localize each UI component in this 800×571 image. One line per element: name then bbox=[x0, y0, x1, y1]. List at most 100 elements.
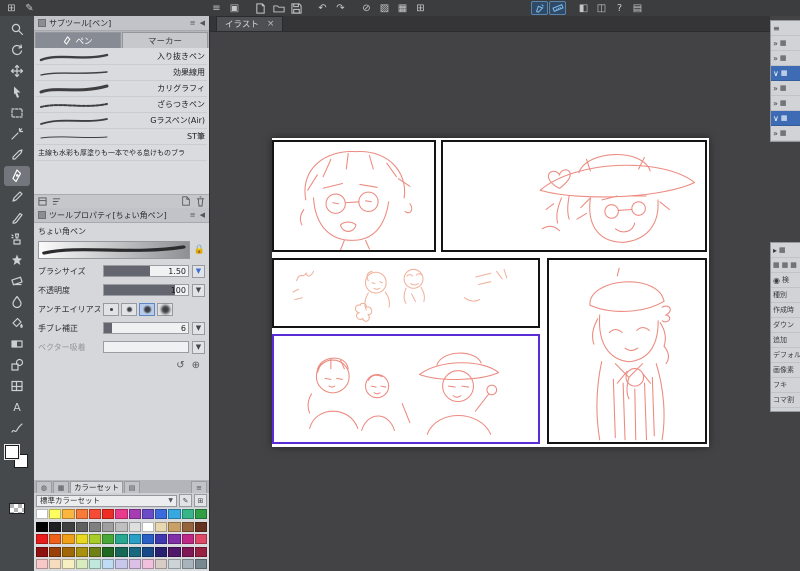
chevron-right-icon[interactable]: » bbox=[773, 39, 778, 48]
color-wheel-tab[interactable]: ◍ bbox=[36, 481, 52, 493]
color-swatch[interactable] bbox=[141, 521, 155, 532]
document-tab[interactable]: イラスト × bbox=[216, 16, 284, 31]
color-swatch[interactable] bbox=[36, 559, 49, 570]
color-swatch[interactable] bbox=[49, 559, 62, 570]
tool-pen[interactable] bbox=[4, 166, 30, 186]
color-swatch[interactable] bbox=[168, 559, 181, 570]
color-swatch[interactable] bbox=[115, 546, 128, 557]
comic-panel-5[interactable] bbox=[547, 258, 707, 444]
color-set-dropdown[interactable]: 標準カラーセット ▼ bbox=[36, 494, 177, 507]
material-category[interactable]: コマ割 bbox=[771, 393, 800, 408]
chevron-down-icon[interactable]: ∨ bbox=[773, 114, 779, 123]
toolbar-icon[interactable]: ▦ bbox=[782, 261, 789, 269]
color-swatch[interactable] bbox=[128, 546, 141, 557]
color-swatch[interactable] bbox=[102, 546, 115, 557]
color-swatch[interactable] bbox=[155, 534, 168, 545]
undo-icon[interactable]: ↶ bbox=[314, 1, 331, 15]
window-icon[interactable]: ◫ bbox=[593, 1, 610, 15]
color-swatch[interactable] bbox=[36, 534, 49, 545]
color-swatch[interactable] bbox=[75, 559, 88, 570]
color-swatch[interactable] bbox=[155, 546, 168, 557]
palette-collapse-icon[interactable]: ◀ bbox=[200, 211, 205, 219]
toolbar-icon[interactable]: ▦ bbox=[790, 261, 797, 269]
subtool-sort-icon[interactable] bbox=[52, 197, 61, 206]
color-swatch[interactable] bbox=[88, 559, 102, 570]
color-swatch[interactable] bbox=[49, 546, 62, 557]
transparent-color-chip[interactable] bbox=[9, 503, 25, 514]
tool-brush[interactable] bbox=[4, 208, 30, 228]
collapsed-row[interactable]: » ▦ bbox=[771, 51, 800, 66]
comic-panel-2[interactable] bbox=[441, 140, 707, 252]
color-swatch[interactable] bbox=[141, 546, 155, 557]
subtool-item[interactable]: 効果線用 bbox=[36, 65, 207, 81]
selected-row[interactable]: ∨ ▦ bbox=[771, 111, 800, 126]
color-swatch[interactable] bbox=[194, 546, 207, 557]
canvas-page[interactable] bbox=[272, 138, 709, 447]
chevron-right-icon[interactable]: ▸ bbox=[773, 246, 777, 255]
color-swatch[interactable] bbox=[75, 546, 88, 557]
material-root-row[interactable]: ▸ ▦ bbox=[771, 243, 800, 258]
chevron-right-icon[interactable]: » bbox=[773, 84, 778, 93]
snap-ruler-icon[interactable] bbox=[549, 1, 566, 15]
color-swatch[interactable] bbox=[194, 559, 207, 570]
color-swatch[interactable] bbox=[155, 559, 168, 570]
save-file-icon[interactable] bbox=[288, 1, 305, 15]
color-swatch[interactable] bbox=[128, 534, 141, 545]
delete-subtool-icon[interactable] bbox=[196, 196, 205, 207]
color-swatch[interactable] bbox=[88, 534, 102, 545]
color-swatch[interactable] bbox=[75, 534, 88, 545]
color-swatch[interactable] bbox=[36, 521, 49, 532]
material-category[interactable]: 画像素 bbox=[771, 363, 800, 378]
help-icon[interactable]: ? bbox=[611, 1, 628, 15]
color-swatch[interactable] bbox=[62, 559, 75, 570]
menu-icon[interactable]: ≡ bbox=[773, 24, 780, 33]
color-swatch[interactable] bbox=[155, 509, 168, 519]
color-swatch[interactable] bbox=[141, 559, 155, 570]
edit-color-set-button[interactable]: ✎ bbox=[179, 494, 192, 507]
chevron-right-icon[interactable]: » bbox=[773, 99, 778, 108]
color-swatch[interactable] bbox=[155, 521, 168, 532]
snap-grid-icon[interactable]: ⊞ bbox=[412, 1, 429, 15]
grid-icon[interactable]: ▦ bbox=[394, 1, 411, 15]
comic-panel-1[interactable] bbox=[272, 140, 436, 252]
antialias-none-button[interactable] bbox=[103, 302, 119, 316]
new-file-icon[interactable] bbox=[252, 1, 269, 15]
color-swatch[interactable] bbox=[36, 546, 49, 557]
reset-all-settings-icon[interactable]: ↺ bbox=[176, 360, 184, 371]
open-file-icon[interactable] bbox=[270, 1, 287, 15]
lock-icon[interactable]: 🔒 bbox=[194, 245, 205, 255]
color-swatch[interactable] bbox=[115, 521, 128, 532]
color-swatch[interactable] bbox=[141, 509, 155, 519]
color-swatch[interactable] bbox=[115, 509, 128, 519]
stabilization-slider[interactable]: 6 bbox=[103, 322, 189, 334]
subtool-item[interactable]: Gラスペン(Air) bbox=[36, 113, 207, 129]
comic-panel-3[interactable] bbox=[272, 258, 540, 328]
material-category[interactable]: 作成時 bbox=[771, 303, 800, 318]
color-swatch[interactable] bbox=[141, 534, 155, 545]
subtool-item[interactable]: 入り抜きペン bbox=[36, 49, 207, 65]
clear-icon[interactable]: ⊘ bbox=[358, 1, 375, 15]
color-swatch[interactable] bbox=[181, 509, 194, 519]
color-swatch[interactable] bbox=[49, 534, 62, 545]
chevron-right-icon[interactable]: » bbox=[773, 54, 778, 63]
color-swatch[interactable] bbox=[62, 534, 75, 545]
tool-gradient[interactable] bbox=[4, 334, 30, 354]
color-swatch[interactable] bbox=[194, 534, 207, 545]
speech-balloon-icon[interactable]: ◧ bbox=[575, 1, 592, 15]
collapsed-row[interactable]: » ▦ bbox=[771, 126, 800, 141]
color-swatch[interactable] bbox=[88, 509, 102, 519]
chevron-down-icon[interactable]: ∨ bbox=[773, 69, 779, 78]
subtool-view-icon[interactable] bbox=[38, 197, 47, 206]
color-swatch[interactable] bbox=[75, 509, 88, 519]
add-color-button[interactable]: ⊞ bbox=[194, 494, 207, 507]
tool-fill[interactable] bbox=[4, 313, 30, 333]
color-swatch[interactable] bbox=[115, 559, 128, 570]
color-swatch[interactable] bbox=[62, 509, 75, 519]
color-swatch[interactable] bbox=[62, 521, 75, 532]
collapsed-row[interactable]: » ▦ bbox=[771, 96, 800, 111]
color-palette-menu-tab[interactable]: ≡ bbox=[191, 481, 207, 493]
comic-panel-4-selected[interactable] bbox=[272, 334, 540, 444]
opacity-slider[interactable]: 100 bbox=[103, 284, 189, 296]
tool-frame[interactable] bbox=[4, 376, 30, 396]
close-icon[interactable]: × bbox=[267, 19, 275, 29]
